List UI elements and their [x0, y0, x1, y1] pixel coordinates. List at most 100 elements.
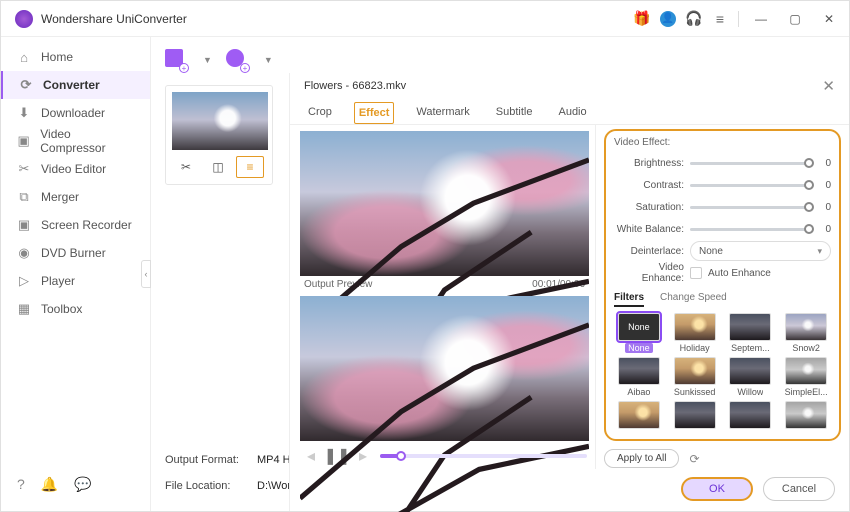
sidebar-item-label: Converter: [43, 78, 100, 92]
sidebar-item-dvd-burner[interactable]: ◉DVD Burner: [1, 239, 150, 267]
minimize-button[interactable]: —: [749, 11, 773, 27]
deinterlace-select[interactable]: None▾: [690, 241, 831, 261]
brightness-label: Brightness:: [614, 158, 690, 169]
auto-enhance-checkbox[interactable]: [690, 267, 702, 279]
effect-column: Video Effect: Brightness: 0 Contrast: 0: [595, 125, 849, 469]
filter-label: None: [625, 343, 653, 353]
cancel-button[interactable]: Cancel: [763, 477, 835, 501]
original-preview: [300, 131, 589, 276]
tab-subtitle[interactable]: Subtitle: [492, 102, 537, 124]
effect-modal: Flowers - 66823.mkv ✕ Crop Effect Waterm…: [289, 73, 849, 511]
filter-item[interactable]: Holiday: [670, 313, 720, 353]
filter-item[interactable]: Sunkissed: [670, 357, 720, 397]
tab-watermark[interactable]: Watermark: [412, 102, 473, 124]
filter-thumbnail: [729, 401, 771, 429]
hamburger-menu-icon[interactable]: ≡: [712, 11, 728, 27]
close-window-button[interactable]: ✕: [817, 11, 841, 27]
preview-column: Output Preview 00:01/00:06 ◂ ❚❚ ▸: [290, 125, 595, 469]
merger-icon: ⧉: [17, 189, 31, 205]
chevron-down-icon: ▾: [817, 246, 822, 257]
tab-crop[interactable]: Crop: [304, 102, 336, 124]
sidebar-item-downloader[interactable]: ⬇Downloader: [1, 99, 150, 127]
subtab-change-speed[interactable]: Change Speed: [660, 290, 727, 307]
sidebar-collapse-handle[interactable]: ‹: [141, 260, 151, 288]
filter-item[interactable]: Septem...: [726, 313, 776, 353]
cut-tool-button[interactable]: ✂: [172, 156, 200, 178]
chat-icon[interactable]: 💬: [74, 476, 91, 493]
sidebar-item-toolbox[interactable]: ▦Toolbox: [1, 295, 150, 323]
sidebar-item-converter[interactable]: ⟳ Converter: [1, 71, 150, 99]
filter-item[interactable]: [670, 401, 720, 431]
saturation-slider[interactable]: [690, 206, 809, 209]
filter-thumbnail: [674, 313, 716, 341]
deinterlace-label: Deinterlace:: [614, 246, 690, 257]
modal-title: Flowers - 66823.mkv: [304, 80, 406, 92]
contrast-value: 0: [817, 180, 831, 191]
filter-item[interactable]: Snow2: [781, 313, 831, 353]
brightness-slider[interactable]: [690, 162, 809, 165]
filter-thumbnail: [785, 357, 827, 385]
filter-thumbnail: None: [618, 313, 660, 341]
tab-effect[interactable]: Effect: [354, 102, 395, 124]
converter-icon: ⟳: [19, 77, 33, 93]
chevron-down-icon[interactable]: ▼: [264, 55, 273, 65]
filter-item[interactable]: [781, 401, 831, 431]
headset-icon[interactable]: 🎧: [686, 11, 702, 27]
filter-item[interactable]: None None: [614, 313, 664, 353]
chevron-down-icon[interactable]: ▼: [203, 55, 212, 65]
contrast-slider[interactable]: [690, 184, 809, 187]
sidebar-item-screen-recorder[interactable]: ▣Screen Recorder: [1, 211, 150, 239]
video-effect-title: Video Effect:: [614, 137, 831, 148]
sidebar-item-video-compressor[interactable]: ▣Video Compressor: [1, 127, 150, 155]
close-icon[interactable]: ✕: [822, 77, 835, 95]
add-file-button[interactable]: +: [165, 49, 187, 71]
apply-to-all-button[interactable]: Apply to All: [604, 449, 679, 468]
tab-audio[interactable]: Audio: [554, 102, 590, 124]
effect-tool-button[interactable]: ≡: [236, 156, 264, 178]
white-balance-slider[interactable]: [690, 228, 809, 231]
editor-icon: ✂: [17, 161, 31, 177]
sidebar-item-label: Downloader: [41, 106, 105, 120]
toolbox-icon: ▦: [17, 301, 31, 317]
sidebar: ⌂Home ⟳ Converter ⬇Downloader ▣Video Comp…: [1, 37, 151, 511]
output-format-label: Output Format:: [165, 454, 257, 466]
ok-button[interactable]: OK: [681, 477, 753, 501]
filter-thumbnail: [674, 401, 716, 429]
app-title: Wondershare UniConverter: [41, 12, 187, 26]
add-folder-button[interactable]: +: [226, 49, 248, 71]
filter-item[interactable]: SimpleEl...: [781, 357, 831, 397]
filter-item[interactable]: [726, 401, 776, 431]
dvd-icon: ◉: [17, 245, 31, 261]
sidebar-item-player[interactable]: ▷ Player: [1, 267, 150, 295]
filter-thumbnail: [674, 357, 716, 385]
saturation-value: 0: [817, 202, 831, 213]
maximize-button[interactable]: ▢: [783, 11, 807, 27]
filter-item[interactable]: Willow: [726, 357, 776, 397]
sidebar-item-label: Player: [41, 274, 75, 288]
crop-tool-button[interactable]: ◫: [204, 156, 232, 178]
player-icon: ▷: [17, 273, 31, 289]
filters-grid: None None Holiday Septem... Snow2 AibaoSunkis…: [614, 313, 831, 431]
saturation-label: Saturation:: [614, 202, 690, 213]
sidebar-item-video-editor[interactable]: ✂Video Editor: [1, 155, 150, 183]
filter-thumbnail: [618, 357, 660, 385]
filter-label: Holiday: [680, 343, 710, 353]
user-icon[interactable]: 👤: [660, 11, 676, 27]
sidebar-item-label: Screen Recorder: [41, 218, 132, 232]
filter-item[interactable]: Aibao: [614, 357, 664, 397]
filter-thumbnail: [785, 401, 827, 429]
filter-label: Willow: [737, 387, 763, 397]
gift-icon[interactable]: 🎁: [634, 11, 650, 27]
sidebar-item-merger[interactable]: ⧉Merger: [1, 183, 150, 211]
filter-item[interactable]: [614, 401, 664, 431]
refresh-icon[interactable]: ⟳: [689, 452, 699, 466]
playback-slider[interactable]: [380, 454, 587, 458]
help-icon[interactable]: ?: [17, 476, 25, 493]
sidebar-item-home[interactable]: ⌂Home: [1, 43, 150, 71]
conversion-card[interactable]: ✂ ◫ ≡: [165, 85, 273, 185]
bell-icon[interactable]: 🔔: [41, 476, 58, 493]
subtab-filters[interactable]: Filters: [614, 290, 644, 307]
filter-label: Snow2: [792, 343, 820, 353]
file-location-label: File Location:: [165, 480, 257, 492]
white-balance-label: White Balance:: [614, 224, 690, 235]
